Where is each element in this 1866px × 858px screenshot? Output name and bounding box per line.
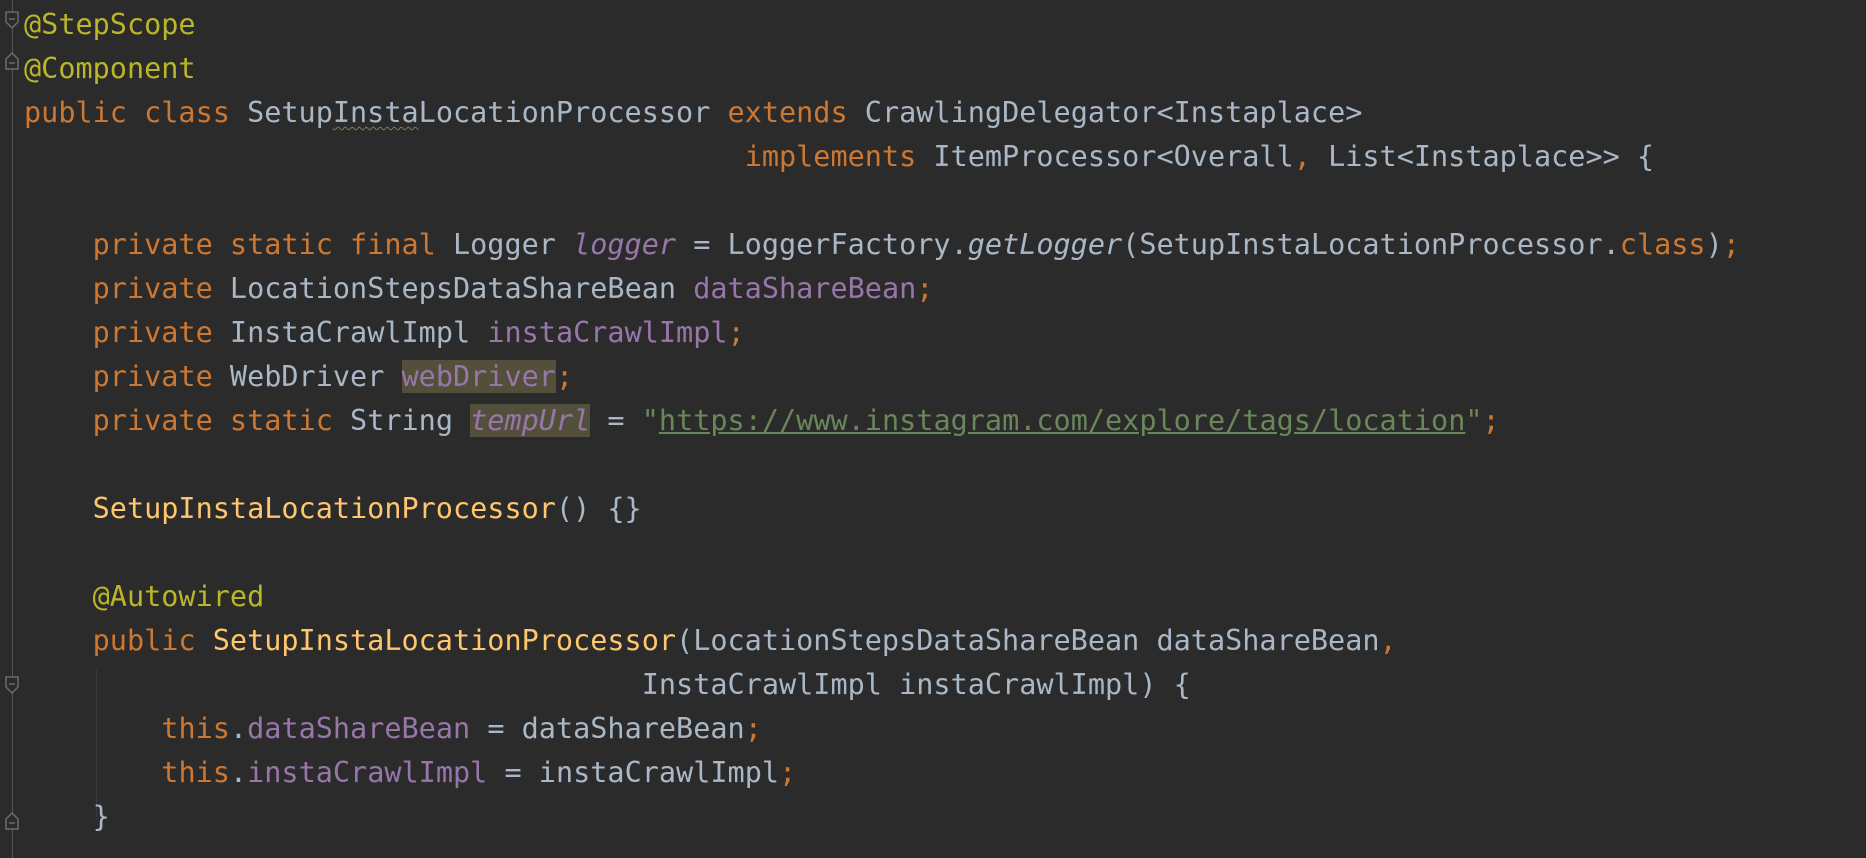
code-editor[interactable]: @StepScope @Component public class SetupIn… [0,0,1866,858]
fold-open-icon[interactable] [4,675,20,699]
code-token: " [1465,404,1483,437]
code-line[interactable]: } [24,795,110,839]
code-token: private static final [92,228,453,261]
code-line[interactable]: @Component [24,47,196,91]
code-token: Setup [247,96,333,129]
code-line[interactable]: private WebDriver webDriver; [24,355,573,399]
code-token: ; [1482,404,1500,437]
code-line[interactable]: @Autowired [24,575,265,619]
code-token: LocationStepsDataShareBean [229,272,694,305]
code-token: . [229,712,248,745]
code-token: (LocationStepsDataShareBean dataShareBea… [676,624,1380,657]
code-line[interactable]: private LocationStepsDataShareBean dataS… [24,267,934,311]
code-token: private static [92,404,351,437]
code-token: } [92,800,110,833]
code-token: private [92,360,230,393]
code-token: ; [1722,228,1740,261]
code-token: getLogger [967,228,1123,261]
code-line[interactable]: private InstaCrawlImpl instaCrawlImpl; [24,311,745,355]
code-token: Insta [332,96,419,129]
code-token: instaCrawlImpl [247,756,488,789]
code-token: logger [573,228,677,261]
code-token: @Autowired [92,580,265,613]
code-token: webDriver [401,360,556,393]
code-token: dataShareBean [693,272,917,305]
code-line[interactable]: implements ItemProcessor<Overall, List<I… [24,135,1654,179]
code-token: Logger [452,228,574,261]
code-token: ; [555,360,574,393]
code-token: WebDriver [229,360,402,393]
code-line[interactable]: InstaCrawlImpl instaCrawlImpl) { [24,663,1191,707]
code-token: public [92,624,213,657]
code-token: List<Instaplace>> { [1328,140,1655,173]
code-token: extends [727,96,865,129]
code-token: https://www.instagram.com/explore/tags/l… [658,404,1466,437]
code-token: ; [916,272,934,305]
code-token: CrawlingDelegator<Instaplace> [864,96,1363,129]
gutter-divider [12,0,13,858]
code-token: = [590,404,642,437]
code-line[interactable]: @StepScope [24,3,196,47]
code-token: public class [24,96,248,129]
code-token: implements [744,140,934,173]
code-token: InstaCrawlImpl [229,316,488,349]
code-token: " [641,404,659,437]
code-token: this [161,756,230,789]
code-token: () {} [555,492,642,525]
code-token: ) [1705,228,1723,261]
code-line[interactable]: private static final Logger logger = Log… [24,223,1740,267]
code-line[interactable]: public SetupInstaLocationProcessor(Locat… [24,619,1397,663]
fold-close-icon[interactable] [4,47,20,71]
code-token: SetupInstaLocationProcessor [212,624,677,657]
code-line[interactable]: this.instaCrawlImpl = instaCrawlImpl; [24,751,796,795]
code-token: private [92,316,230,349]
code-token: ItemProcessor<Overall [933,140,1294,173]
fold-open-icon[interactable] [4,10,20,34]
code-token: , [1293,140,1329,173]
code-token: ; [744,712,762,745]
code-line[interactable]: private static String tempUrl = "https:/… [24,399,1500,443]
code-token: tempUrl [470,404,591,437]
code-token: ; [779,756,797,789]
code-line[interactable]: SetupInstaLocationProcessor() {} [24,487,642,531]
code-line[interactable]: public class SetupInstaLocationProcessor… [24,91,1362,135]
code-token: private [92,272,230,305]
code-token: String [350,404,471,437]
code-token: dataShareBean [247,712,471,745]
code-line[interactable]: this.dataShareBean = dataShareBean; [24,707,762,751]
code-token: ; [727,316,745,349]
code-token: (SetupInstaLocationProcessor. [1122,228,1620,261]
code-token: = dataShareBean [470,712,745,745]
code-token: @Component [24,52,196,85]
code-token: . [229,756,248,789]
code-token: class [1619,228,1706,261]
code-token: LocationProcessor [418,96,728,129]
code-token: this [161,712,230,745]
code-token: SetupInstaLocationProcessor [92,492,556,525]
fold-close-icon[interactable] [4,807,20,831]
code-token: , [1379,624,1397,657]
code-token: InstaCrawlImpl instaCrawlImpl) { [641,668,1191,701]
code-token: instaCrawlImpl [487,316,728,349]
code-token: @StepScope [24,8,196,41]
code-token: = LoggerFactory. [676,228,968,261]
code-token: = instaCrawlImpl [487,756,780,789]
